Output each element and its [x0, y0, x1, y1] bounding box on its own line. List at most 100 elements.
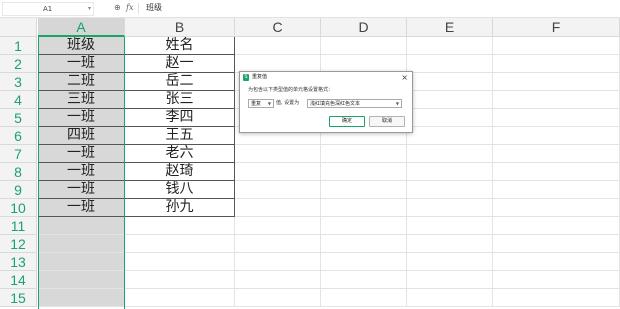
- cell-c12[interactable]: [235, 235, 321, 253]
- row-header-11[interactable]: 11: [0, 217, 37, 235]
- cell-f4[interactable]: [493, 91, 620, 109]
- cell-d8[interactable]: [321, 163, 407, 181]
- cell-a2[interactable]: 一班: [38, 55, 125, 73]
- cell-c8[interactable]: [235, 163, 321, 181]
- cell-c1[interactable]: [235, 37, 321, 55]
- cell-e2[interactable]: [407, 55, 493, 73]
- cell-d12[interactable]: [321, 235, 407, 253]
- cell-f5[interactable]: [493, 109, 620, 127]
- select-all-corner[interactable]: [0, 18, 37, 37]
- cell-b3[interactable]: 岳二: [125, 73, 235, 91]
- row-header-2[interactable]: 2: [0, 55, 37, 73]
- cell-d14[interactable]: [321, 271, 407, 289]
- cell-f7[interactable]: [493, 145, 620, 163]
- cell-a10[interactable]: 一班: [38, 199, 125, 217]
- column-header-e[interactable]: E: [407, 18, 493, 37]
- cell-b4[interactable]: 张三: [125, 91, 235, 109]
- close-icon[interactable]: ×: [401, 72, 408, 83]
- column-header-f[interactable]: F: [493, 18, 620, 37]
- cell-f10[interactable]: [493, 199, 620, 217]
- cell-a4[interactable]: 三班: [38, 91, 125, 109]
- cell-a14[interactable]: [38, 271, 125, 289]
- cell-e3[interactable]: [407, 73, 493, 91]
- row-header-8[interactable]: 8: [0, 163, 37, 181]
- row-header-3[interactable]: 3: [0, 73, 37, 91]
- cell-b14[interactable]: [125, 271, 235, 289]
- cell-b5[interactable]: 李四: [125, 109, 235, 127]
- cell-e9[interactable]: [407, 181, 493, 199]
- cell-f8[interactable]: [493, 163, 620, 181]
- cell-c11[interactable]: [235, 217, 321, 235]
- cell-a3[interactable]: 二班: [38, 73, 125, 91]
- row-header-9[interactable]: 9: [0, 181, 37, 199]
- column-header-a[interactable]: A: [38, 18, 125, 37]
- cell-f14[interactable]: [493, 271, 620, 289]
- cell-d7[interactable]: [321, 145, 407, 163]
- cell-c15[interactable]: [235, 289, 321, 307]
- cell-a15[interactable]: [38, 289, 125, 307]
- cell-d1[interactable]: [321, 37, 407, 55]
- row-header-15[interactable]: 15: [0, 289, 37, 307]
- cell-a7[interactable]: 一班: [38, 145, 125, 163]
- cell-d15[interactable]: [321, 289, 407, 307]
- cell-e15[interactable]: [407, 289, 493, 307]
- cell-b2[interactable]: 赵一: [125, 55, 235, 73]
- name-box[interactable]: A1 ▾: [2, 2, 94, 16]
- row-header-10[interactable]: 10: [0, 199, 37, 217]
- row-header-12[interactable]: 12: [0, 235, 37, 253]
- cell-a11[interactable]: [38, 217, 125, 235]
- row-header-13[interactable]: 13: [0, 253, 37, 271]
- row-header-6[interactable]: 6: [0, 127, 37, 145]
- cell-e12[interactable]: [407, 235, 493, 253]
- zoom-icon[interactable]: ⊕: [114, 2, 121, 14]
- cell-e5[interactable]: [407, 109, 493, 127]
- column-header-d[interactable]: D: [321, 18, 407, 37]
- cell-f15[interactable]: [493, 289, 620, 307]
- cell-c7[interactable]: [235, 145, 321, 163]
- cell-f12[interactable]: [493, 235, 620, 253]
- value-type-select[interactable]: 重复 ▼: [248, 99, 274, 108]
- cell-e11[interactable]: [407, 217, 493, 235]
- cell-d9[interactable]: [321, 181, 407, 199]
- cell-e1[interactable]: [407, 37, 493, 55]
- cell-f11[interactable]: [493, 217, 620, 235]
- cell-f6[interactable]: [493, 127, 620, 145]
- cell-b8[interactable]: 赵琦: [125, 163, 235, 181]
- row-header-14[interactable]: 14: [0, 271, 37, 289]
- cell-f2[interactable]: [493, 55, 620, 73]
- cell-a8[interactable]: 一班: [38, 163, 125, 181]
- cell-c10[interactable]: [235, 199, 321, 217]
- cell-a9[interactable]: 一班: [38, 181, 125, 199]
- cell-b12[interactable]: [125, 235, 235, 253]
- cell-b6[interactable]: 王五: [125, 127, 235, 145]
- cell-e10[interactable]: [407, 199, 493, 217]
- cell-a13[interactable]: [38, 253, 125, 271]
- cell-b7[interactable]: 老六: [125, 145, 235, 163]
- cell-a1[interactable]: 班级: [38, 37, 125, 55]
- cell-b13[interactable]: [125, 253, 235, 271]
- cell-d10[interactable]: [321, 199, 407, 217]
- cell-b15[interactable]: [125, 289, 235, 307]
- cell-f9[interactable]: [493, 181, 620, 199]
- chevron-down-icon[interactable]: ▾: [88, 3, 91, 15]
- cell-e7[interactable]: [407, 145, 493, 163]
- cell-b11[interactable]: [125, 217, 235, 235]
- cell-a5[interactable]: 一班: [38, 109, 125, 127]
- cell-e4[interactable]: [407, 91, 493, 109]
- cell-e8[interactable]: [407, 163, 493, 181]
- cell-f13[interactable]: [493, 253, 620, 271]
- fx-icon[interactable]: fx: [126, 2, 133, 14]
- cell-b9[interactable]: 钱八: [125, 181, 235, 199]
- cell-a12[interactable]: [38, 235, 125, 253]
- row-header-7[interactable]: 7: [0, 145, 37, 163]
- column-header-c[interactable]: C: [235, 18, 321, 37]
- cell-f3[interactable]: [493, 73, 620, 91]
- row-header-4[interactable]: 4: [0, 91, 37, 109]
- dialog-title-bar[interactable]: S 重复值 ×: [240, 72, 412, 83]
- cancel-button[interactable]: 取消: [369, 116, 405, 127]
- formula-input[interactable]: 班级: [146, 2, 162, 14]
- cell-b1[interactable]: 姓名: [125, 37, 235, 55]
- format-select[interactable]: 浅红填充色深红色文本 ▼: [307, 99, 402, 108]
- cell-b10[interactable]: 孙九: [125, 199, 235, 217]
- cell-c13[interactable]: [235, 253, 321, 271]
